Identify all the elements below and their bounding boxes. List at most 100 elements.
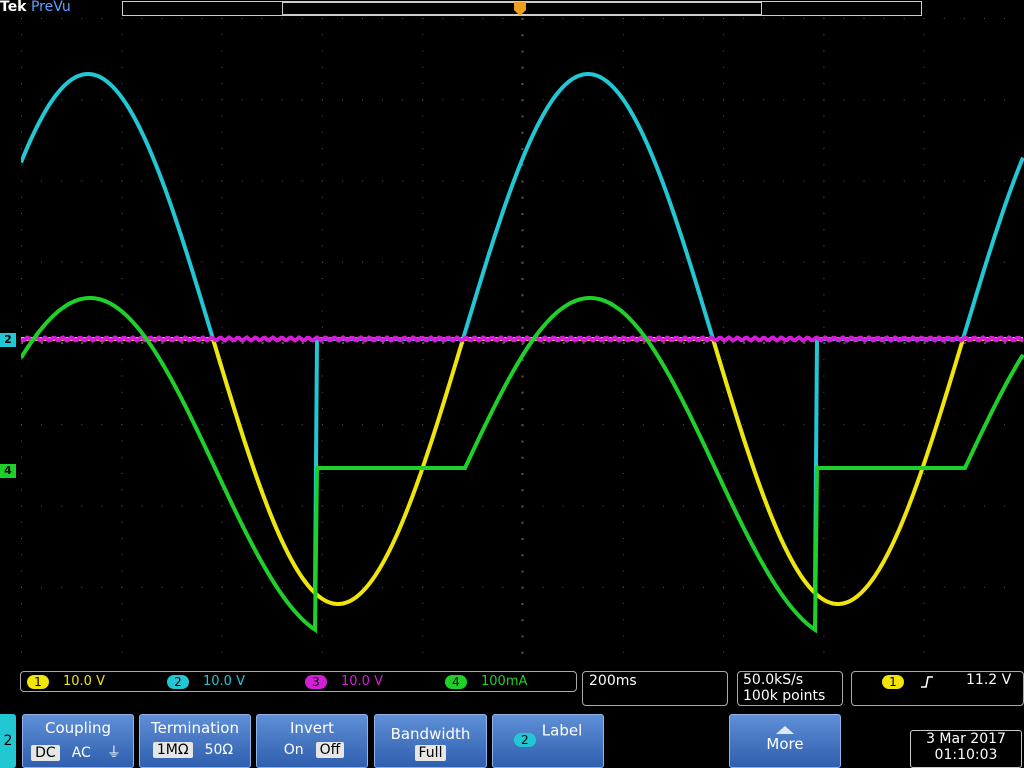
graticule-dot [21, 359, 22, 361]
label-text: Label [541, 721, 583, 740]
graticule-dot [642, 180, 644, 182]
ch2-scale-readout[interactable]: 2 10.0 V [167, 673, 245, 690]
timebase-readout[interactable]: 200ms [582, 671, 728, 706]
graticule-dot [983, 99, 985, 101]
graticule-dot [241, 261, 243, 263]
graticule-dot [903, 505, 905, 507]
graticule-dot [422, 99, 424, 101]
graticule-dot [622, 440, 624, 442]
graticule-dot [521, 278, 524, 280]
termination-50ohm[interactable]: 50Ω [201, 742, 238, 758]
graticule-dot [121, 586, 123, 588]
graticule-dot [422, 180, 424, 182]
graticule-dot [803, 99, 805, 101]
ground-icon[interactable]: ⏚ [103, 742, 125, 762]
graticule-dot [221, 196, 223, 198]
ch2-ground-marker[interactable]: 2 [0, 333, 16, 347]
graticule-dot [402, 342, 405, 344]
graticule-dot [422, 148, 424, 149]
graticule-dot [121, 342, 124, 344]
coupling-button[interactable]: Coupling DC AC ⏚ [22, 714, 134, 768]
graticule-dot [61, 99, 63, 101]
graticule-dot [542, 99, 544, 101]
graticule-dot [221, 359, 223, 361]
graticule-dot [261, 99, 263, 101]
graticule-dot [622, 554, 624, 556]
graticule-dot [221, 66, 223, 68]
graticule-dot [341, 342, 344, 344]
graticule-dot [521, 473, 524, 475]
graticule-dot [983, 505, 985, 507]
graticule-dot [121, 359, 123, 361]
graticule-dot [743, 505, 745, 507]
graticule-dot [521, 245, 524, 248]
graticule-dot [181, 505, 183, 507]
graticule-dot [341, 424, 343, 426]
trace-ch2 [21, 72, 1024, 598]
label-button[interactable]: 2 Label [492, 714, 604, 768]
ch4-ground-marker[interactable]: 4 [0, 464, 16, 478]
graticule-dot [703, 505, 705, 507]
ch3-scale-readout[interactable]: 3 10.0 V [305, 673, 383, 690]
graticule-dot [622, 83, 624, 84]
graticule-dot [422, 586, 424, 588]
graticule-dot [562, 342, 565, 344]
graticule-dot [903, 342, 906, 344]
graticule-dot [521, 99, 524, 102]
graticule-dot [362, 424, 364, 426]
graticule-dot [863, 424, 865, 426]
graticule-dot [221, 554, 223, 556]
more-button[interactable]: More [729, 714, 841, 768]
ch1-scale-readout[interactable]: 1 10.0 V [27, 673, 105, 690]
graticule-dot [21, 538, 22, 539]
graticule-dot [923, 131, 925, 133]
graticule-dot [482, 180, 484, 182]
graticule-dot [362, 18, 364, 19]
graticule-dot [823, 115, 825, 117]
graticule-dot [301, 505, 303, 507]
graticule-dot [321, 440, 323, 442]
graticule-dot [422, 294, 424, 296]
graticule-dot [321, 342, 324, 344]
graticule-dot [682, 18, 684, 19]
graticule-dot [622, 635, 624, 637]
graticule-dot [281, 261, 283, 263]
graticule-dot [362, 261, 364, 263]
graticule-dot [642, 99, 644, 101]
graticule-dot [382, 424, 384, 426]
coupling-ac[interactable]: AC [68, 745, 95, 761]
graticule-dot [622, 570, 624, 572]
coupling-dc[interactable]: DC [31, 745, 60, 761]
graticule-dot [241, 505, 243, 507]
invert-button[interactable]: Invert On Off [256, 714, 368, 768]
waveform-display[interactable] [21, 18, 1024, 668]
graticule-dot [823, 50, 825, 52]
graticule-dot [61, 342, 64, 344]
graticule-dot [642, 18, 644, 19]
termination-1mohm[interactable]: 1MΩ [152, 742, 193, 758]
graticule-dot [482, 586, 484, 588]
graticule-dot [883, 261, 885, 263]
bandwidth-button[interactable]: Bandwidth Full [374, 714, 487, 768]
ch4-scale-readout[interactable]: 4 100mA [445, 673, 527, 690]
ch4-scale: 100mA [481, 674, 528, 689]
termination-button[interactable]: Termination 1MΩ 50Ω [139, 714, 251, 768]
graticule-dot [1003, 424, 1005, 426]
graticule-dot [963, 261, 965, 263]
graticule-dot [622, 229, 624, 231]
invert-off[interactable]: Off [315, 742, 345, 758]
graticule-dot [21, 375, 22, 377]
graticule-dot [983, 342, 986, 344]
graticule-dot [823, 342, 826, 344]
graticule-dot [221, 391, 223, 393]
invert-on[interactable]: On [280, 742, 308, 758]
graticule-dot [321, 505, 323, 507]
channel-menu-tab[interactable]: 2 [0, 714, 16, 768]
trigger-readout[interactable]: 1 11.2 V [851, 671, 1024, 706]
graticule-dot [783, 99, 785, 101]
graticule-dot [823, 229, 825, 231]
graticule-dot [903, 586, 905, 588]
graticule-dot [662, 261, 664, 263]
acquisition-readout[interactable]: 50.0kS/s 100k points [737, 671, 843, 706]
graticule-dot [61, 261, 63, 263]
